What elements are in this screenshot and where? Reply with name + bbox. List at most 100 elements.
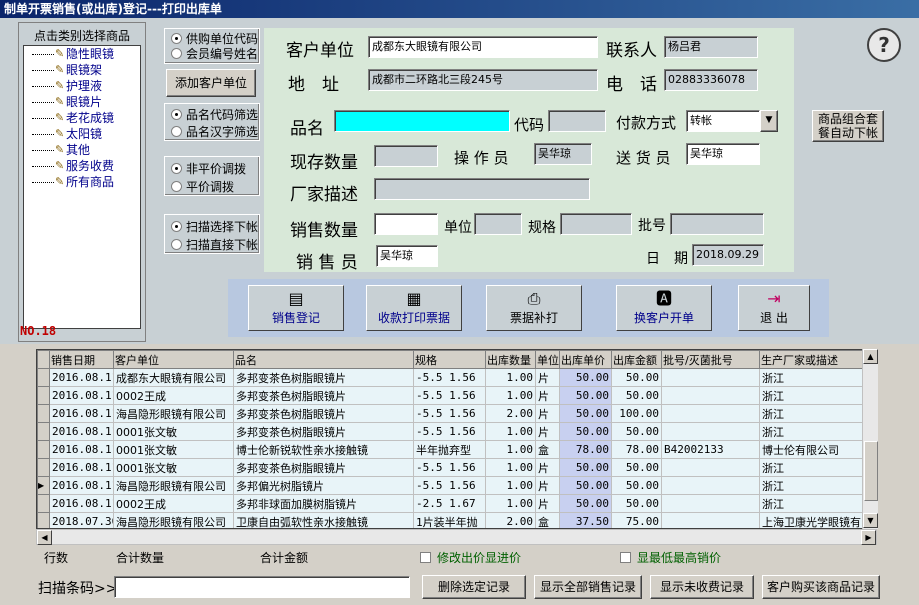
scan-barcode-input[interactable] — [114, 576, 410, 598]
table-cell[interactable]: 0001张文敏 — [113, 440, 234, 459]
scroll-thumb[interactable] — [864, 441, 878, 501]
table-cell[interactable]: 2016.08.11 — [49, 494, 114, 513]
table-cell[interactable]: 卫康自由弧软性亲水接触镜 — [233, 512, 414, 528]
row-indicator[interactable] — [37, 440, 50, 459]
payment-select[interactable]: 转帐 — [686, 110, 760, 132]
table-cell[interactable]: 浙江 — [759, 458, 876, 477]
category-item[interactable]: ✎ 眼镜架 — [24, 62, 140, 78]
table-cell[interactable]: 浙江 — [759, 386, 876, 405]
seller-field[interactable]: 吴华琼 — [376, 245, 438, 267]
table-cell[interactable]: 片 — [535, 404, 560, 423]
table-cell[interactable]: 浙江 — [759, 404, 876, 423]
table-row[interactable]: 2016.08.11 成都东大眼镜有限公司 多邦变茶色树脂眼镜片 -5.5 1.56 1… — [37, 368, 876, 387]
table-cell[interactable] — [661, 494, 760, 513]
table-cell[interactable]: 78.00 — [559, 440, 612, 459]
table-cell[interactable]: 成都东大眼镜有限公司 — [113, 368, 234, 387]
table-row[interactable]: 2016.08.11 0001张文敏 多邦变茶色树脂眼镜片 -5.5 1.56 1.00… — [37, 458, 876, 477]
row-indicator[interactable] — [37, 368, 50, 387]
table-cell[interactable]: 多邦非球面加膜树脂镜片 — [233, 494, 414, 513]
table-cell[interactable]: 50.00 — [559, 386, 612, 405]
category-item[interactable]: ✎ 其他 — [24, 142, 140, 158]
factory-field[interactable] — [374, 178, 590, 200]
table-cell[interactable] — [661, 422, 760, 441]
table-cell[interactable]: 上海卫康光学眼镜有 — [759, 512, 876, 528]
radio-scan-select[interactable]: 扫描选择下帐 — [171, 219, 258, 235]
column-header[interactable]: 品名 — [233, 350, 414, 369]
column-header[interactable]: 销售日期 — [49, 350, 114, 369]
table-cell[interactable]: 50.00 — [611, 368, 662, 387]
category-item[interactable]: ✎ 服务收费 — [24, 158, 140, 174]
radio-code-filter[interactable]: 品名代码筛选 — [171, 107, 258, 123]
table-row[interactable]: 2016.08.11 0002王成 多邦变茶色树脂眼镜片 -5.5 1.56 1.00 片… — [37, 386, 876, 405]
category-item[interactable]: ✎ 眼镜片 — [24, 94, 140, 110]
delivery-field[interactable]: 吴华琼 — [686, 143, 760, 165]
table-row[interactable]: 2016.08.11 0002王成 多邦非球面加膜树脂镜片 -2.5 1.67 1.00… — [37, 494, 876, 513]
table-cell[interactable]: 50.00 — [559, 458, 612, 477]
table-row[interactable]: 2018.07.30 海昌隐形眼镜有限公司 卫康自由弧软性亲水接触镜 1片装半年抛 2.… — [37, 512, 876, 528]
qty-field[interactable] — [374, 213, 438, 235]
batch-field[interactable] — [670, 213, 764, 235]
column-header[interactable]: 出库单价 — [559, 350, 612, 369]
column-header[interactable]: 客户单位 — [113, 350, 234, 369]
table-cell[interactable]: 多邦变茶色树脂眼镜片 — [233, 386, 414, 405]
table-cell[interactable]: 半年抛弃型 — [413, 440, 486, 459]
contact-field[interactable]: 杨吕君 — [664, 36, 758, 58]
table-cell[interactable]: 1.00 — [485, 458, 536, 477]
column-header[interactable]: 批号/灭菌批号 — [661, 350, 760, 369]
table-cell[interactable]: 片 — [535, 476, 560, 495]
table-cell[interactable]: 多邦变茶色树脂眼镜片 — [233, 368, 414, 387]
column-header[interactable]: 出库数量 — [485, 350, 536, 369]
payment-dropdown-icon[interactable]: ▼ — [760, 110, 778, 132]
category-item[interactable]: ✎ 护理液 — [24, 78, 140, 94]
table-cell[interactable]: 浙江 — [759, 476, 876, 495]
table-cell[interactable]: 多邦变茶色树脂眼镜片 — [233, 422, 414, 441]
radio-scan-direct[interactable]: 扫描直接下帐 — [171, 237, 258, 253]
row-indicator[interactable]: ▶ — [37, 476, 50, 495]
table-cell[interactable]: 2016.08.11 — [49, 476, 114, 495]
table-cell[interactable]: -5.5 1.56 — [413, 476, 486, 495]
table-cell[interactable]: 2016.08.11 — [49, 386, 114, 405]
table-cell[interactable]: 1.00 — [485, 494, 536, 513]
row-indicator[interactable] — [37, 494, 50, 513]
table-cell[interactable] — [661, 386, 760, 405]
column-header[interactable]: 生产厂家或描述 — [759, 350, 876, 369]
table-cell[interactable]: 浙江 — [759, 368, 876, 387]
combo-package-button[interactable]: 商品组合套餐自动下帐 — [812, 110, 884, 142]
row-indicator[interactable] — [37, 404, 50, 423]
table-cell[interactable]: 50.00 — [611, 422, 662, 441]
table-cell[interactable]: 50.00 — [559, 368, 612, 387]
table-cell[interactable]: 1.00 — [485, 422, 536, 441]
table-cell[interactable] — [661, 368, 760, 387]
table-cell[interactable]: -5.5 1.56 — [413, 422, 486, 441]
table-cell[interactable]: -5.5 1.56 — [413, 458, 486, 477]
table-row[interactable]: 2016.08.11 海昌隐形眼镜有限公司 多邦变茶色树脂眼镜片 -5.5 1.56 2… — [37, 404, 876, 423]
table-cell[interactable]: 海昌隐形眼镜有限公司 — [113, 404, 234, 423]
table-cell[interactable]: 75.00 — [611, 512, 662, 528]
date-field[interactable]: 2018.09.29 — [692, 244, 764, 266]
scroll-up-icon[interactable]: ▲ — [863, 349, 878, 364]
exit-button[interactable]: ⇥ 退 出 — [738, 285, 810, 331]
collect-print-button[interactable]: ▦ 收款打印票据 — [366, 285, 462, 331]
category-item[interactable]: ✎ 隐性眼镜 — [24, 46, 140, 62]
category-item[interactable]: ✎ 所有商品 — [24, 174, 140, 190]
table-cell[interactable]: 50.00 — [611, 494, 662, 513]
table-cell[interactable]: 0002王成 — [113, 386, 234, 405]
table-cell[interactable]: 盒 — [535, 440, 560, 459]
unit-field[interactable] — [474, 213, 522, 235]
table-cell[interactable]: 2018.07.30 — [49, 512, 114, 528]
radio-member-name[interactable]: 会员编号姓名 — [171, 46, 258, 62]
reprint-button[interactable]: ⎙ 票据补打 — [486, 285, 582, 331]
table-cell[interactable]: 2016.08.11 — [49, 404, 114, 423]
table-cell[interactable]: 0002王成 — [113, 494, 234, 513]
table-cell[interactable]: 50.00 — [559, 476, 612, 495]
row-indicator[interactable] — [37, 386, 50, 405]
column-header[interactable]: 出库金额 — [611, 350, 662, 369]
table-cell[interactable]: 50.00 — [611, 458, 662, 477]
category-item[interactable]: ✎ 老花成镜 — [24, 110, 140, 126]
table-cell[interactable]: 海昌隐形眼镜有限公司 — [113, 512, 234, 528]
customer-field[interactable]: 成都东大眼镜有限公司 — [368, 36, 598, 58]
grid-horizontal-scrollbar[interactable]: ◀ ▶ — [36, 529, 877, 545]
table-cell[interactable]: 盒 — [535, 512, 560, 528]
table-cell[interactable]: 2016.08.11 — [49, 458, 114, 477]
show-all-sales-button[interactable]: 显示全部销售记录 — [534, 575, 642, 599]
